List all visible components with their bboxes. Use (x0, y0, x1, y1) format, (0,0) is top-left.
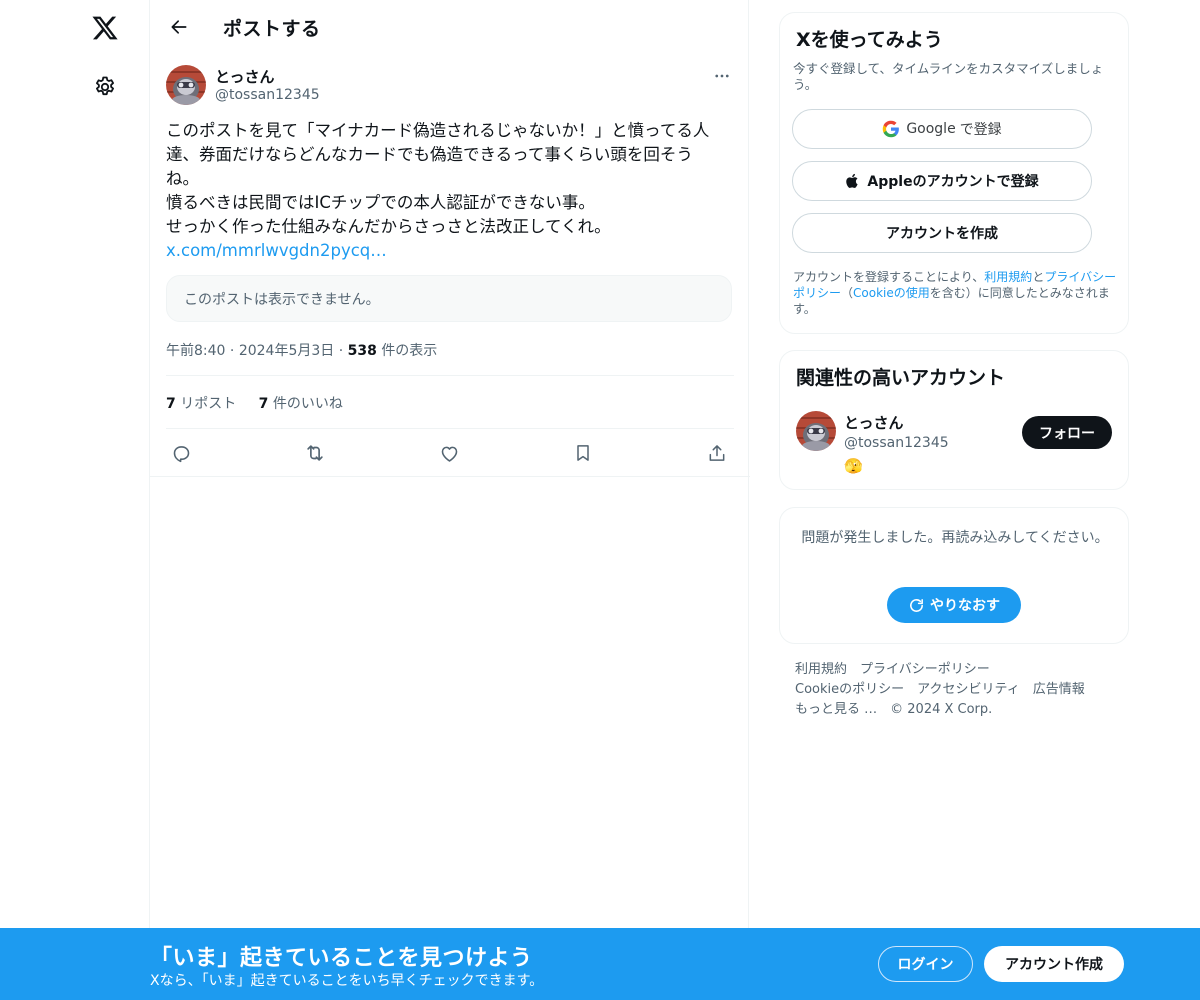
reposts-label: リポスト (180, 396, 237, 412)
meta-separator: · (338, 343, 344, 359)
post-text-line: 達、券面だけならどんなカードでも偽造できるって事くらい頭を回そう (166, 145, 693, 164)
copyright: © 2024 X Corp. (890, 702, 993, 717)
footer-link-cookie[interactable]: Cookieのポリシー (795, 680, 904, 700)
main-column: ポストする とっさん @tossan12345 このポストを見て「マイナカード偽… (149, 0, 750, 1000)
related-name[interactable]: とっさん (844, 412, 904, 433)
footer-link-terms[interactable]: 利用規約 (795, 660, 847, 680)
legal-text: アカウントを登録することにより、利用規約とプライバシーポリシー（Cookieの使… (793, 269, 1118, 317)
create-account-button[interactable]: アカウントを作成 (792, 213, 1092, 253)
refresh-icon (910, 598, 923, 612)
create-account-label: アカウントを作成 (886, 226, 998, 242)
top-bar: ポストする (150, 0, 750, 53)
related-handle[interactable]: @tossan12345 (844, 435, 949, 451)
apple-icon (846, 173, 858, 188)
avatar-icon (796, 411, 836, 451)
bottom-signup-banner: 「いま」起きていることを見つけよう Xなら、「いま」起きていることをいち早くチェ… (0, 928, 1200, 1000)
signup-card-title: Xを使ってみよう (796, 29, 943, 51)
google-icon (883, 120, 900, 138)
likes-stat[interactable]: 7 件のいいね (259, 393, 343, 413)
follow-button[interactable]: フォロー (1022, 416, 1112, 449)
banner-title: 「いま」起きていることを見つけよう (150, 946, 533, 971)
footer-link-privacy[interactable]: プライバシーポリシー (860, 660, 990, 680)
terms-link[interactable]: 利用規約 (984, 270, 1032, 284)
bookmark-icon (577, 445, 589, 461)
login-button[interactable]: ログイン (878, 946, 973, 982)
avatar[interactable] (796, 411, 836, 451)
error-message: 問題が発生しました。再読み込みしてください。 (801, 530, 1109, 546)
back-button[interactable] (162, 10, 196, 44)
reposts-stat[interactable]: 7 リポスト (166, 393, 236, 413)
google-signup-button[interactable]: Google で登録 (792, 109, 1092, 149)
more-icon (715, 74, 729, 78)
reply-button[interactable] (168, 440, 194, 466)
x-logo-icon[interactable] (85, 8, 125, 48)
related-accounts-card: 関連性の高いアカウント とっさん @tossan12345 🫣 フォロー (779, 350, 1129, 490)
divider (166, 428, 734, 429)
post-link[interactable]: x.com/mmrlwvgdn2pycq… (166, 239, 734, 263)
signup-button[interactable]: アカウント作成 (984, 946, 1124, 982)
related-emoji: 🫣 (844, 457, 863, 475)
avatar-icon (166, 65, 206, 105)
divider (150, 476, 750, 477)
google-signup-label: で登録 (959, 122, 1002, 138)
bookmark-button[interactable] (570, 440, 596, 466)
likes-count: 7 (258, 396, 269, 412)
footer-link-accessibility[interactable]: アクセシビリティ (917, 680, 1020, 700)
share-icon (709, 445, 725, 461)
apple-signup-button[interactable]: Appleのアカウントで登録 (792, 161, 1092, 201)
views-count: 538 (347, 343, 377, 359)
footer-links: 利用規約 プライバシーポリシー Cookieのポリシー アクセシビリティ 広告情報 も… (795, 660, 1125, 720)
avatar[interactable] (166, 65, 206, 105)
post-text-line: このポストを見て「マイナカード偽造されるじゃないか！」と憤ってる人 (166, 121, 710, 140)
like-button[interactable] (436, 440, 462, 466)
apple-signup-label: Appleのアカウントで登録 (867, 174, 1039, 190)
left-nav (0, 0, 150, 1000)
post-text-line: 憤るべきは民間ではICチップでの本人認証ができない事。 (166, 193, 595, 212)
share-button[interactable] (704, 440, 730, 466)
author-handle[interactable]: @tossan12345 (215, 87, 320, 103)
legal-prefix: アカウントを登録することにより、 (793, 270, 985, 284)
post-body: このポストを見て「マイナカード偽造されるじゃないか！」と憤ってる人 達、券面だけ… (166, 119, 734, 263)
cookie-link[interactable]: Cookieの使用 (853, 286, 930, 300)
arrow-left-icon (171, 20, 187, 34)
views-label: 件の表示 (381, 343, 438, 359)
signup-card: Xを使ってみよう 今すぐ登録して、タイムラインをカスタマイズしましょう。 Goo… (779, 12, 1129, 334)
repost-button[interactable] (302, 440, 328, 466)
retry-label: やりなおす (930, 598, 1000, 614)
divider (166, 375, 734, 376)
post-actions (166, 438, 734, 468)
repost-icon (307, 445, 323, 461)
meta-separator: · (229, 343, 235, 359)
legal-open: （ (841, 286, 854, 300)
reposts-count: 7 (166, 396, 176, 412)
page-title: ポストする (223, 18, 321, 40)
post-time[interactable]: 午前8:40 (166, 343, 225, 359)
signup-subtitle: 今すぐ登録して、タイムラインをカスタマイズしましょう。 (793, 61, 1104, 92)
reply-icon (173, 445, 189, 462)
error-card: 問題が発生しました。再読み込みしてください。 やりなおす (779, 507, 1129, 644)
footer-link-more[interactable]: もっと見る … (795, 700, 877, 720)
retry-button[interactable]: やりなおす (887, 587, 1021, 623)
more-button[interactable] (710, 64, 734, 88)
post-text-line: ね。 (166, 169, 199, 188)
like-icon (441, 446, 457, 462)
post-stats: 7 リポスト 7 件のいいね (166, 393, 361, 413)
google-brand-label: Google (906, 121, 956, 137)
legal-and: と (1032, 270, 1045, 284)
related-title: 関連性の高いアカウント (796, 367, 1006, 389)
footer-link-ads[interactable]: 広告情報 (1033, 680, 1085, 700)
likes-label: 件のいいね (272, 396, 343, 412)
gear-icon[interactable] (85, 67, 125, 107)
post-meta: 午前8:40 · 2024年5月3日 · 538 件の表示 (166, 340, 437, 360)
author-name[interactable]: とっさん (215, 66, 275, 87)
banner-subtitle: Xなら、「いま」起きていることをいち早くチェックできます。 (150, 973, 544, 989)
post-text-line: せっかく作った仕組みなんだからさっさと法改正してくれ。 (166, 217, 611, 236)
post-date[interactable]: 2024年5月3日 (239, 343, 334, 359)
quote-unavailable: このポストは表示できません。 (166, 275, 732, 322)
